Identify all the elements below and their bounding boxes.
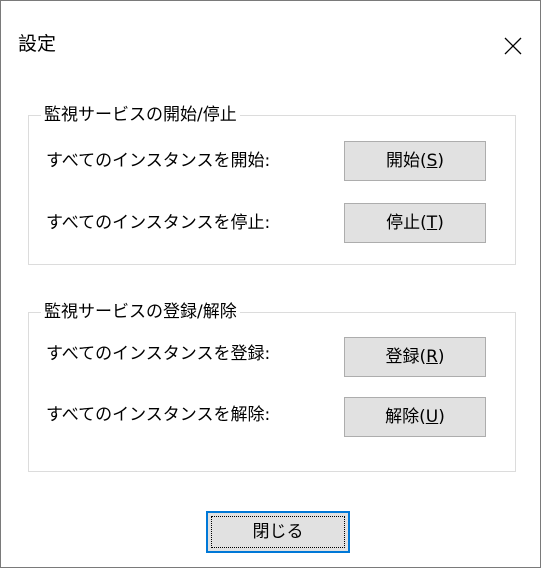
close-icon[interactable] xyxy=(494,23,540,69)
start-button-accel: S xyxy=(426,151,438,171)
stop-button-label: 停止 xyxy=(386,213,421,233)
title-bar[interactable]: 設定 xyxy=(1,1,540,79)
start-button-label: 開始 xyxy=(385,151,420,171)
register-all-label: すべてのインスタンスを登録: xyxy=(46,344,271,364)
group-start-stop-legend: 監視サービスの開始/停止 xyxy=(41,104,240,126)
start-button[interactable]: 開始(S) xyxy=(344,141,486,181)
group-start-stop: 監視サービスの開始/停止 すべてのインスタンスを開始: 開始(S) すべてのイン… xyxy=(28,104,516,265)
group-register-legend: 監視サービスの登録/解除 xyxy=(41,301,240,323)
unregister-button-label: 解除 xyxy=(385,407,420,427)
unregister-all-label: すべてのインスタンスを解除: xyxy=(46,405,271,425)
group-register: 監視サービスの登録/解除 すべてのインスタンスを登録: 登録(R) すべてのイン… xyxy=(28,301,516,472)
unregister-button-accel: U xyxy=(425,407,439,427)
register-button-accel: R xyxy=(426,347,438,367)
unregister-button[interactable]: 解除(U) xyxy=(344,397,486,437)
window-title: 設定 xyxy=(18,33,57,55)
close-button[interactable]: 閉じる xyxy=(206,511,350,553)
stop-button[interactable]: 停止(T) xyxy=(344,203,486,243)
register-button[interactable]: 登録(R) xyxy=(344,337,486,377)
register-button-label: 登録 xyxy=(385,347,420,367)
stop-all-label: すべてのインスタンスを停止: xyxy=(46,213,271,233)
stop-button-accel: T xyxy=(426,213,438,233)
settings-dialog: 設定 監視サービスの開始/停止 すべてのインスタンスを開始: 開始(S) すべて… xyxy=(0,0,541,568)
start-all-label: すべてのインスタンスを開始: xyxy=(46,151,271,171)
focus-ring xyxy=(211,516,345,548)
